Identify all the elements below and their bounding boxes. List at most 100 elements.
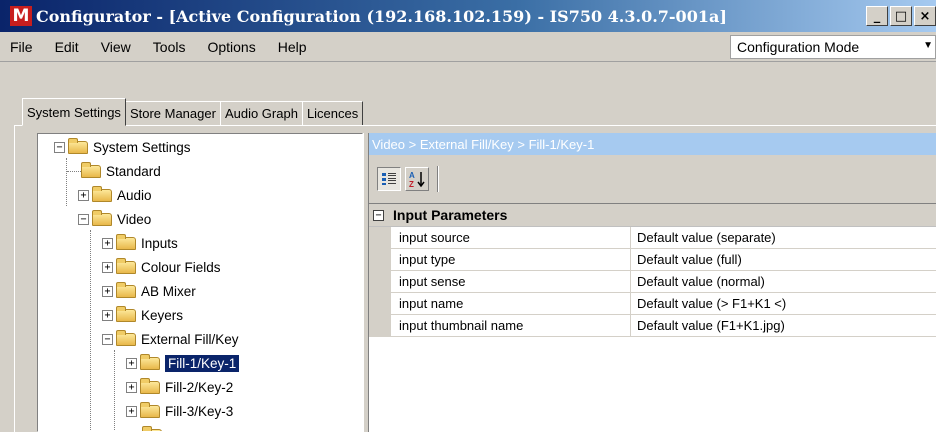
collapse-icon[interactable]: −: [78, 213, 89, 225]
property-name: input name: [391, 293, 631, 314]
toolbar-separator: [437, 166, 439, 192]
menu-tools[interactable]: Tools: [145, 39, 200, 55]
tree-item-label: External Fill/Key: [141, 331, 239, 347]
tab-store-manager[interactable]: Store Manager: [124, 101, 221, 126]
app-logo-icon: M: [10, 6, 32, 26]
folder-icon: [68, 137, 88, 154]
category-label: Input Parameters: [393, 207, 508, 223]
tree-item-label-selected: Fill-1/Key-1: [165, 354, 240, 372]
sort-az-icon[interactable]: A Z: [405, 167, 429, 191]
tree-item-label: AB Mixer: [141, 283, 196, 299]
tree-item-label: Video: [117, 211, 152, 227]
menu-options[interactable]: Options: [199, 39, 269, 55]
tree-item-standard[interactable]: Standard: [67, 159, 161, 183]
tree-item-label: Colour Fields: [141, 259, 221, 275]
dropdown-arrow-icon[interactable]: ▼: [923, 40, 933, 51]
tree-item-fill-1-key-1[interactable]: + Fill-1/Key-1: [126, 351, 240, 375]
tree-item-external-fill-key[interactable]: − External Fill/Key: [102, 327, 239, 351]
folder-icon: [81, 161, 101, 178]
folder-icon: [92, 185, 112, 202]
tree-item-fill-2-key-2[interactable]: + Fill-2/Key-2: [126, 375, 233, 399]
tree-item-label: System Settings: [93, 139, 191, 155]
title-bar: M Configurator - [Active Configuration (…: [0, 0, 936, 32]
tab-licences[interactable]: Licences: [301, 101, 364, 126]
property-row[interactable]: input type Default value (full): [369, 249, 936, 271]
menu-help[interactable]: Help: [270, 39, 321, 55]
expand-icon[interactable]: +: [102, 237, 113, 249]
property-toolbar: A Z: [369, 161, 936, 197]
tree-item-system-settings[interactable]: − System Settings: [54, 135, 191, 159]
expand-icon[interactable]: +: [102, 285, 113, 297]
property-name: input sense: [391, 271, 631, 292]
row-gutter: [369, 227, 391, 248]
property-row[interactable]: input thumbnail name Default value (F1+K…: [369, 315, 936, 337]
collapse-icon[interactable]: −: [102, 333, 113, 345]
row-gutter: [369, 271, 391, 292]
tree-item-label: Inputs: [141, 235, 178, 251]
property-value[interactable]: Default value (full): [631, 249, 936, 270]
categorized-icon[interactable]: [377, 167, 401, 191]
tree-item-inputs[interactable]: + Inputs: [102, 231, 178, 255]
row-gutter: [369, 249, 391, 270]
mode-select-value: Configuration Mode: [737, 39, 860, 55]
mode-select[interactable]: Configuration Mode ▼: [730, 35, 936, 59]
property-row[interactable]: input sense Default value (normal): [369, 271, 936, 293]
folder-icon: [140, 377, 160, 394]
tree-item-fill-3-key-3[interactable]: + Fill-3/Key-3: [126, 399, 233, 423]
folder-icon: [116, 233, 136, 250]
tree-item-label: Standard: [106, 163, 161, 179]
tree-item-ab-mixer[interactable]: + AB Mixer: [102, 279, 196, 303]
folder-icon: [116, 257, 136, 274]
tree-guide-line: [114, 350, 115, 430]
menu-bar: File Edit View Tools Options Help Config…: [0, 32, 936, 62]
tab-audio-graph[interactable]: Audio Graph: [219, 101, 303, 126]
property-value[interactable]: Default value (> F1+K1 <): [631, 293, 936, 314]
collapse-icon[interactable]: −: [373, 209, 384, 221]
expand-icon[interactable]: +: [126, 405, 137, 417]
window-controls: _ □ ×: [866, 6, 936, 26]
expand-icon[interactable]: +: [102, 309, 113, 321]
expand-icon[interactable]: +: [126, 357, 137, 369]
tree-item-label: Audio: [117, 187, 152, 203]
folder-icon: [140, 353, 160, 370]
folder-icon: [142, 425, 162, 431]
maximize-button[interactable]: □: [890, 6, 912, 26]
menu-view[interactable]: View: [93, 39, 145, 55]
breadcrumb: Video > External Fill/Key > Fill-1/Key-1: [369, 133, 936, 155]
property-grid: − Input Parameters input source Default …: [369, 203, 936, 432]
folder-icon: [116, 305, 136, 322]
menu-edit[interactable]: Edit: [47, 39, 93, 55]
menu-file[interactable]: File: [0, 39, 47, 55]
folder-icon: [116, 281, 136, 298]
tree-item-video[interactable]: − Video: [78, 207, 151, 231]
tree-item-colour-fields[interactable]: + Colour Fields: [102, 255, 221, 279]
property-value[interactable]: Default value (separate): [631, 227, 936, 248]
expand-icon[interactable]: +: [126, 381, 137, 393]
tab-strip: System Settings Store Manager Audio Grap…: [22, 98, 364, 126]
property-panel: Video > External Fill/Key > Fill-1/Key-1…: [369, 133, 936, 432]
folder-icon: [116, 329, 136, 346]
folder-icon: [92, 209, 112, 226]
settings-tree[interactable]: − System Settings Standard + Audio − Vid…: [37, 133, 363, 432]
category-row[interactable]: − Input Parameters: [369, 204, 936, 227]
tree-item-label: Keyers: [141, 307, 184, 323]
expand-icon[interactable]: +: [102, 261, 113, 273]
property-row[interactable]: input name Default value (> F1+K1 <): [369, 293, 936, 315]
tree-item-label: Fill-3/Key-3: [165, 403, 234, 419]
tree-connector: [67, 170, 81, 172]
tree-item-keyers[interactable]: + Keyers: [102, 303, 183, 327]
tree-item-label: Fill-2/Key-2: [165, 379, 234, 395]
property-row[interactable]: input source Default value (separate): [369, 227, 936, 249]
tab-system-settings[interactable]: System Settings: [22, 98, 126, 126]
property-value[interactable]: Default value (normal): [631, 271, 936, 292]
property-name: input source: [391, 227, 631, 248]
collapse-icon[interactable]: −: [54, 141, 65, 153]
expand-icon[interactable]: +: [78, 189, 89, 201]
tree-item-audio[interactable]: + Audio: [78, 183, 152, 207]
window-title: Configurator - [Active Configuration (19…: [36, 6, 727, 26]
property-value[interactable]: Default value (F1+K1.jpg): [631, 315, 936, 336]
property-name: input thumbnail name: [391, 315, 631, 336]
tree-item-partial[interactable]: [122, 423, 167, 431]
minimize-button[interactable]: _: [866, 6, 888, 26]
close-button[interactable]: ×: [914, 6, 936, 26]
